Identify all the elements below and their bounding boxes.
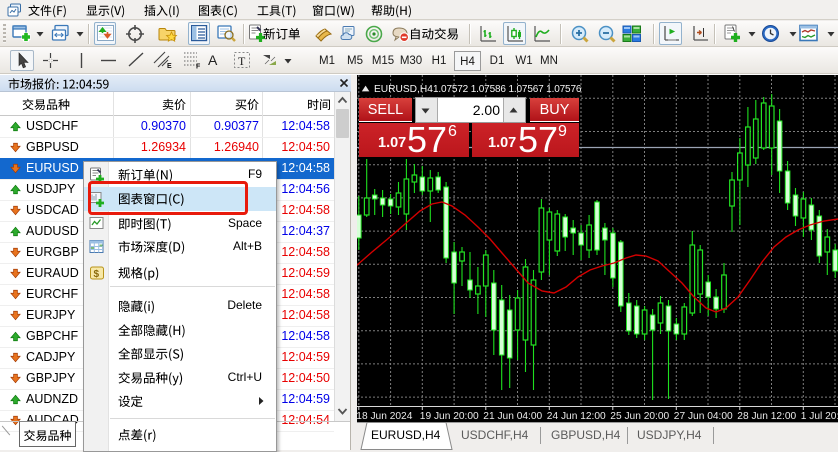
svg-text:21 Jun 04:00: 21 Jun 04:00 (483, 411, 542, 422)
svg-text:F: F (196, 64, 201, 71)
svg-text:19 Jun 20:00: 19 Jun 20:00 (420, 411, 479, 422)
svg-text:1 Jul 20:00: 1 Jul 20:00 (801, 411, 838, 422)
svg-text:24 Jun 12:00: 24 Jun 12:00 (547, 411, 606, 422)
svg-text:$: $ (94, 269, 100, 280)
svg-text:E: E (167, 63, 172, 70)
svg-text:25 Jun 20:00: 25 Jun 20:00 (610, 411, 669, 422)
svg-text:28 Jun 12:00: 28 Jun 12:00 (737, 411, 796, 422)
svg-text:27 Jun 04:00: 27 Jun 04:00 (674, 411, 733, 422)
svg-text:T: T (238, 54, 246, 68)
svg-text:18 Jun 2024: 18 Jun 2024 (357, 411, 413, 422)
